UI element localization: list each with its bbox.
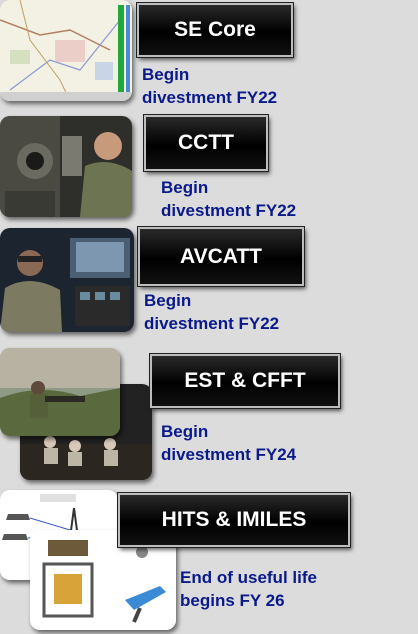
- system-label-se-core: SE Core: [137, 3, 293, 57]
- status-line-1: Begin: [161, 178, 209, 197]
- status-hits-imiles: End of useful life begins FY 26: [180, 566, 317, 612]
- status-avcatt: Begin divestment FY22: [144, 289, 279, 335]
- system-label-est-cfft: EST & CFFT: [150, 354, 340, 408]
- status-line-2: begins FY 26: [180, 591, 285, 610]
- status-line-1: End of useful life: [180, 568, 317, 587]
- system-label-avcatt: AVCATT: [138, 227, 304, 286]
- status-cctt: Begin divestment FY22: [161, 176, 296, 222]
- status-line-1: Begin: [144, 291, 192, 310]
- status-line-1: Begin: [161, 422, 209, 441]
- cctt-simulator-photo: [0, 116, 132, 217]
- status-se-core: Begin divestment FY22: [142, 63, 277, 109]
- se-core-map-image: [0, 0, 132, 101]
- est-cfft-field-photo: [0, 348, 120, 436]
- status-line-1: Begin: [142, 65, 190, 84]
- avcatt-cockpit-photo: [0, 228, 134, 332]
- status-est-cfft: Begin divestment FY24: [161, 420, 296, 466]
- system-label-cctt: CCTT: [144, 115, 268, 171]
- status-line-2: divestment FY22: [142, 88, 278, 107]
- status-line-2: divestment FY24: [161, 445, 297, 464]
- system-label-hits-imiles: HITS & IMILES: [118, 493, 350, 547]
- status-line-2: divestment FY22: [144, 314, 280, 333]
- status-line-2: divestment FY22: [161, 201, 297, 220]
